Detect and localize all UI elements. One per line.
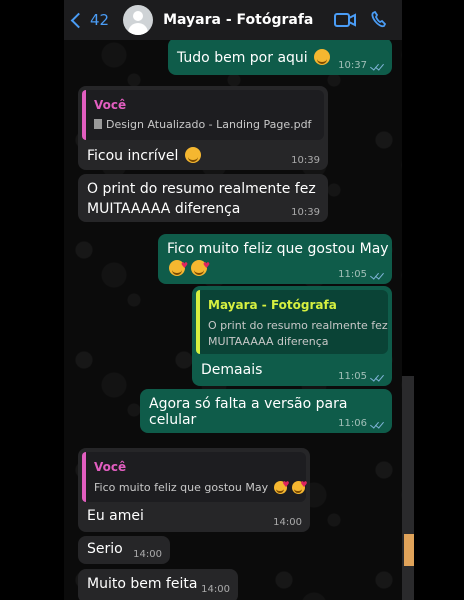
video-call-icon[interactable] <box>334 12 356 28</box>
message-text: Muito bem feita <box>87 576 198 592</box>
star-struck-face-icon <box>184 147 201 163</box>
message-incoming[interactable]: Você Design Atualizado - Landing Page.pd… <box>78 86 328 170</box>
quote-author: Você <box>94 460 127 474</box>
message-text: Demaais <box>201 362 263 378</box>
message-time: 14:00 <box>201 584 230 595</box>
relieved-face-icon <box>314 49 331 65</box>
message-time: 10:37 <box>338 60 367 71</box>
quoted-message[interactable]: Você Design Atualizado - Landing Page.pd… <box>82 90 324 140</box>
contact-name[interactable]: Mayara - Fotógrafa <box>163 12 334 28</box>
smiling-face-with-hearts-icon <box>191 256 210 276</box>
message-time: 11:06 <box>338 418 367 429</box>
message-outgoing[interactable]: Fico muito feliz que gostou May 11:05 <box>158 234 392 284</box>
message-outgoing[interactable]: Mayara - Fotógrafa O print do resumo rea… <box>192 286 392 386</box>
message-time: 14:00 <box>133 549 162 560</box>
message-time: 10:39 <box>291 207 320 218</box>
back-button[interactable]: 42 <box>70 11 109 29</box>
read-ticks-icon <box>370 271 384 279</box>
smiling-face-with-hearts-icon <box>273 477 290 494</box>
quote-text: Design Atualizado - Landing Page.pdf <box>94 117 311 133</box>
phone-call-icon[interactable] <box>370 11 388 29</box>
chat-screen: 42 Mayara - Fotógrafa Tudo bem por aqui … <box>64 0 402 600</box>
message-text: Tudo bem por aqui <box>177 49 331 66</box>
quote-text: O print do resumo realmente fez MUITAAAA… <box>208 319 388 348</box>
document-icon <box>94 119 102 129</box>
quoted-message[interactable]: Mayara - Fotógrafa O print do resumo rea… <box>196 290 388 354</box>
quoted-message[interactable]: Você Fico muito feliz que gostou May <box>82 452 308 502</box>
message-incoming[interactable]: O print do resumo realmente fez MUITAAAA… <box>78 174 328 222</box>
message-text: Serio <box>87 541 123 557</box>
unread-count: 42 <box>90 11 110 29</box>
message-time: 14:00 <box>273 517 302 528</box>
smiling-face-with-hearts-icon <box>169 256 188 276</box>
message-text: Ficou incrível <box>87 147 201 164</box>
message-incoming[interactable]: Muito bem feita 14:00 <box>78 569 238 600</box>
message-time: 10:39 <box>291 155 320 166</box>
back-chevron-icon <box>70 12 87 28</box>
message-time: 11:05 <box>338 371 367 382</box>
message-incoming[interactable]: Serio 14:00 <box>78 536 170 564</box>
smiling-face-with-hearts-icon <box>291 477 308 494</box>
side-panel-edge <box>402 376 414 600</box>
message-text: O print do resumo realmente fez MUITAAAA… <box>87 181 316 217</box>
quote-author: Você <box>94 98 127 112</box>
message-outgoing[interactable]: Tudo bem por aqui 10:37 <box>168 38 392 75</box>
quote-author: Mayara - Fotógrafa <box>208 298 337 312</box>
message-time: 11:05 <box>338 269 367 280</box>
read-ticks-icon <box>370 373 384 381</box>
message-outgoing[interactable]: Agora só falta a versão para celular 11:… <box>140 389 392 433</box>
read-ticks-icon <box>370 420 384 428</box>
read-ticks-icon <box>370 62 384 70</box>
avatar[interactable] <box>123 5 154 35</box>
chat-header: 42 Mayara - Fotógrafa <box>64 0 402 40</box>
message-text: Eu amei <box>87 508 144 524</box>
quote-text: Fico muito feliz que gostou May <box>94 477 308 496</box>
message-incoming[interactable]: Você Fico muito feliz que gostou May Eu … <box>78 448 310 532</box>
